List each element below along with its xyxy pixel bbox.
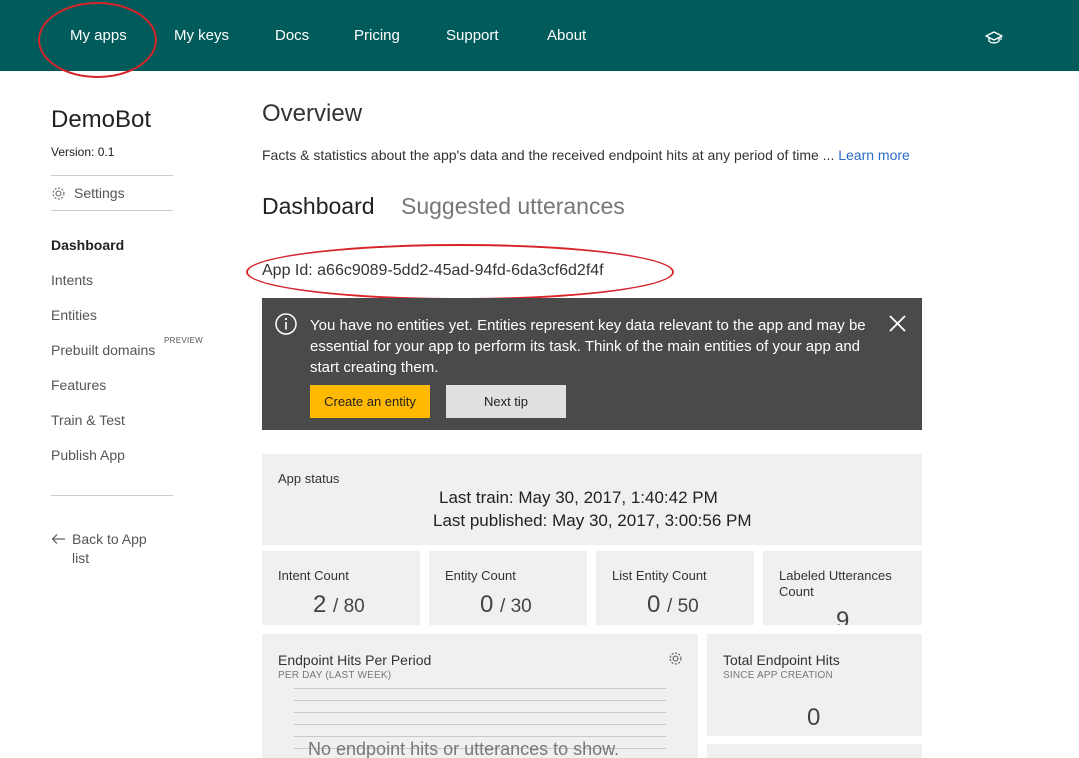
sidebar-item-entities[interactable]: Entities — [51, 307, 97, 323]
last-published-value: May 30, 2017, 3:00:56 PM — [552, 511, 752, 530]
graduation-cap-icon[interactable] — [985, 31, 1003, 45]
sidebar-item-publish-app[interactable]: Publish App — [51, 447, 125, 463]
entity-count-label: Entity Count — [445, 568, 516, 583]
sidebar-divider — [51, 495, 173, 496]
tab-suggested-utterances[interactable]: Suggested utterances — [401, 193, 625, 220]
sidebar-item-prebuilt-domains[interactable]: Prebuilt domains — [51, 342, 155, 358]
tip-text: You have no entities yet. Entities repre… — [310, 317, 866, 376]
last-train-value: May 30, 2017, 1:40:42 PM — [518, 488, 718, 507]
list-entity-count-max: 50 — [677, 596, 699, 617]
sidebar-divider — [51, 175, 173, 176]
chart-gridline — [294, 724, 666, 725]
description-text: Facts & statistics about the app's data … — [262, 147, 835, 163]
entity-count-max: 30 — [510, 596, 532, 617]
tab-dashboard[interactable]: Dashboard — [262, 193, 375, 220]
close-icon[interactable] — [889, 315, 906, 332]
intent-count-max: 80 — [343, 596, 365, 617]
total-hits-value: 0 — [807, 704, 821, 731]
nav-pricing[interactable]: Pricing — [354, 27, 400, 44]
labeled-utterances-label: Labeled Utterances Count — [779, 568, 892, 599]
settings-link[interactable]: Settings — [51, 185, 125, 201]
last-published: Last published: May 30, 2017, 3:00:56 PM — [433, 511, 752, 531]
chart-settings-gear-icon[interactable] — [668, 651, 683, 666]
list-entity-count-number: 0 — [647, 591, 661, 618]
entity-count-tile: Entity Count 0 / 30 — [429, 551, 587, 625]
settings-label: Settings — [74, 185, 125, 201]
entity-count-value: 0 / 30 — [480, 591, 532, 618]
chart-gridline — [294, 736, 666, 737]
nav-support[interactable]: Support — [446, 27, 499, 44]
app-id: App Id: a66c9089-5dd2-45ad-94fd-6da3cf6d… — [262, 262, 604, 279]
tip-banner: You have no entities yet. Entities repre… — [262, 298, 922, 430]
info-icon — [275, 313, 297, 335]
chart-gridline — [294, 700, 666, 701]
endpoint-hits-panel: Endpoint Hits Per Period PER DAY (LAST W… — [262, 634, 698, 758]
endpoint-hits-subtitle: PER DAY (LAST WEEK) — [278, 670, 392, 681]
total-hits-title: Total Endpoint Hits — [723, 652, 840, 668]
next-panel-edge — [707, 744, 922, 758]
total-endpoint-hits-panel: Total Endpoint Hits SINCE APP CREATION 0 — [707, 634, 922, 736]
sidebar-item-features[interactable]: Features — [51, 377, 106, 393]
arrow-left-icon — [51, 534, 65, 544]
list-entity-count-value: 0 / 50 — [647, 591, 699, 618]
app-version: Version: 0.1 — [51, 145, 114, 159]
sidebar-divider — [51, 210, 173, 211]
intent-count-number: 2 — [313, 591, 327, 618]
nav-docs[interactable]: Docs — [275, 27, 309, 44]
back-to-app-list-link[interactable]: Back to App list — [51, 530, 162, 568]
endpoint-hits-title: Endpoint Hits Per Period — [278, 652, 432, 668]
last-published-label: Last published: — [433, 511, 548, 530]
app-status-label: App status — [278, 471, 340, 486]
last-train-label: Last train: — [439, 488, 514, 507]
nav-about[interactable]: About — [547, 27, 586, 44]
entity-count-number: 0 — [480, 591, 494, 618]
list-entity-count-label: List Entity Count — [612, 568, 707, 583]
intent-count-value: 2 / 80 — [313, 591, 365, 618]
labeled-utterances-tile: Labeled Utterances Count 9 — [763, 551, 922, 625]
empty-chart-message: No endpoint hits or utterances to show. — [308, 739, 620, 758]
create-entity-button[interactable]: Create an entity — [310, 385, 430, 418]
sidebar-item-intents[interactable]: Intents — [51, 272, 93, 288]
preview-badge: PREVIEW — [164, 336, 203, 345]
page-title: Overview — [262, 100, 363, 127]
labeled-utterances-value: 9 — [836, 607, 850, 625]
app-name: DemoBot — [51, 106, 152, 133]
version-value: 0.1 — [97, 145, 115, 159]
version-label: Version: — [51, 145, 95, 159]
sidebar-item-dashboard[interactable]: Dashboard — [51, 237, 124, 253]
list-entity-count-tile: List Entity Count 0 / 50 — [596, 551, 754, 625]
chart-gridline — [294, 712, 666, 713]
intent-count-tile: Intent Count 2 / 80 — [262, 551, 420, 625]
page-description: Facts & statistics about the app's data … — [262, 147, 910, 163]
total-hits-subtitle: SINCE APP CREATION — [723, 670, 833, 681]
nav-my-apps[interactable]: My apps — [70, 27, 127, 44]
last-train: Last train: May 30, 2017, 1:40:42 PM — [439, 488, 718, 508]
sidebar-item-train-test[interactable]: Train & Test — [51, 412, 125, 428]
settings-gear-icon — [52, 187, 65, 200]
back-label: Back to App list — [72, 531, 147, 566]
next-tip-button[interactable]: Next tip — [446, 385, 566, 418]
app-status-panel: App status Last train: May 30, 2017, 1:4… — [262, 454, 922, 545]
nav-my-keys[interactable]: My keys — [174, 27, 229, 44]
top-nav-bar: My apps My keys Docs Pricing Support Abo… — [0, 0, 1079, 71]
chart-gridline — [294, 688, 666, 689]
learn-more-link[interactable]: Learn more — [838, 147, 910, 163]
intent-count-label: Intent Count — [278, 568, 349, 583]
